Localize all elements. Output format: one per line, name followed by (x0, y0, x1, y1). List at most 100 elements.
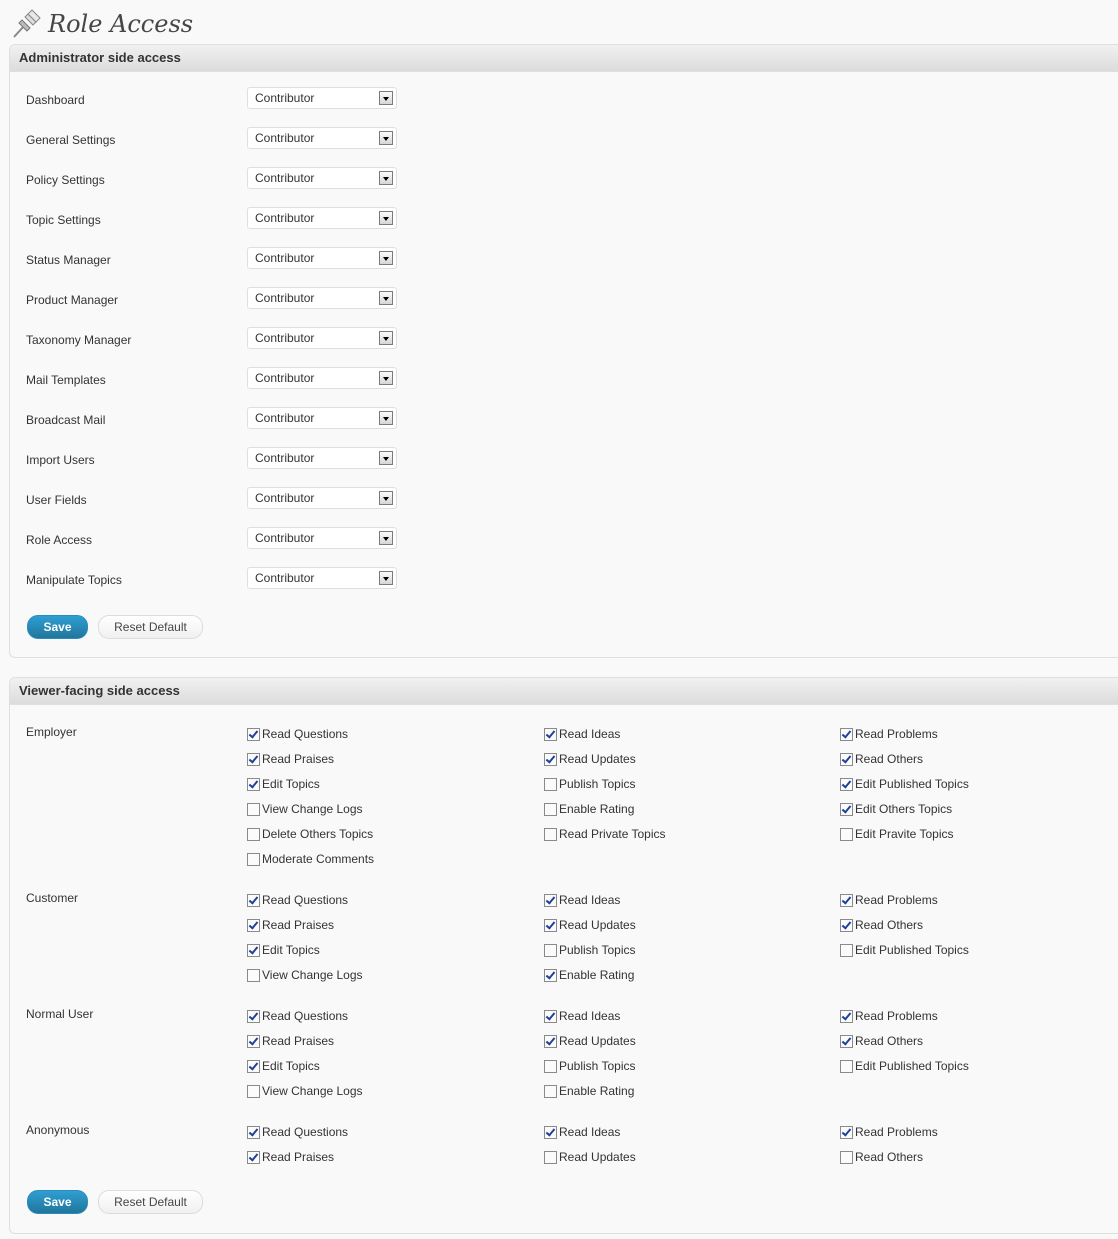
permission-customer-read-praises[interactable]: Read Praises (247, 917, 334, 933)
chevron-down-icon[interactable] (379, 291, 393, 305)
permission-checkbox[interactable] (544, 1125, 557, 1139)
permission-checkbox[interactable] (247, 1059, 260, 1073)
save-button[interactable]: Save (27, 1190, 88, 1214)
permission-anonymous-read-praises[interactable]: Read Praises (247, 1149, 334, 1165)
role-select-dashboard[interactable]: Contributor (247, 87, 397, 109)
permission-checkbox[interactable] (544, 827, 557, 841)
permission-checkbox[interactable] (544, 1084, 557, 1098)
permission-checkbox[interactable] (247, 1150, 260, 1164)
permission-checkbox[interactable] (840, 802, 853, 816)
permission-checkbox[interactable] (840, 1009, 853, 1023)
permission-checkbox[interactable] (544, 752, 557, 766)
chevron-down-icon[interactable] (379, 331, 393, 345)
role-select-role-access[interactable]: Contributor (247, 527, 397, 549)
permission-anonymous-read-updates[interactable]: Read Updates (544, 1149, 636, 1165)
permission-customer-read-updates[interactable]: Read Updates (544, 917, 636, 933)
permission-customer-read-ideas[interactable]: Read Ideas (544, 892, 620, 908)
permission-checkbox[interactable] (247, 777, 260, 791)
role-select-taxonomy-manager[interactable]: Contributor (247, 327, 397, 349)
permission-checkbox[interactable] (247, 1034, 260, 1048)
chevron-down-icon[interactable] (379, 251, 393, 265)
permission-checkbox[interactable] (840, 1125, 853, 1139)
chevron-down-icon[interactable] (379, 571, 393, 585)
permission-employer-moderate-comments[interactable]: Moderate Comments (247, 851, 374, 867)
permission-employer-publish-topics[interactable]: Publish Topics (544, 776, 636, 792)
permission-checkbox[interactable] (247, 943, 260, 957)
permission-checkbox[interactable] (247, 827, 260, 841)
permission-checkbox[interactable] (840, 893, 853, 907)
permission-normal-user-read-updates[interactable]: Read Updates (544, 1033, 636, 1049)
permission-normal-user-enable-rating[interactable]: Enable Rating (544, 1083, 634, 1099)
permission-checkbox[interactable] (247, 1084, 260, 1098)
permission-normal-user-read-praises[interactable]: Read Praises (247, 1033, 334, 1049)
permission-customer-read-questions[interactable]: Read Questions (247, 892, 348, 908)
permission-checkbox[interactable] (840, 943, 853, 957)
permission-checkbox[interactable] (840, 777, 853, 791)
chevron-down-icon[interactable] (379, 211, 393, 225)
permission-checkbox[interactable] (544, 1150, 557, 1164)
permission-checkbox[interactable] (544, 727, 557, 741)
role-select-import-users[interactable]: Contributor (247, 447, 397, 469)
permission-employer-read-others[interactable]: Read Others (840, 751, 923, 767)
role-select-status-manager[interactable]: Contributor (247, 247, 397, 269)
permission-employer-edit-pravite-topics[interactable]: Edit Pravite Topics (840, 826, 954, 842)
reset-default-button[interactable]: Reset Default (98, 1190, 203, 1214)
permission-customer-edit-topics[interactable]: Edit Topics (247, 942, 320, 958)
permission-employer-edit-others-topics[interactable]: Edit Others Topics (840, 801, 952, 817)
permission-checkbox[interactable] (247, 1009, 260, 1023)
permission-employer-enable-rating[interactable]: Enable Rating (544, 801, 634, 817)
permission-employer-read-ideas[interactable]: Read Ideas (544, 726, 620, 742)
role-select-manipulate-topics[interactable]: Contributor (247, 567, 397, 589)
role-select-user-fields[interactable]: Contributor (247, 487, 397, 509)
role-select-policy-settings[interactable]: Contributor (247, 167, 397, 189)
permission-normal-user-read-others[interactable]: Read Others (840, 1033, 923, 1049)
permission-checkbox[interactable] (544, 777, 557, 791)
permission-normal-user-publish-topics[interactable]: Publish Topics (544, 1058, 636, 1074)
permission-checkbox[interactable] (247, 802, 260, 816)
permission-normal-user-read-ideas[interactable]: Read Ideas (544, 1008, 620, 1024)
permission-normal-user-view-change-logs[interactable]: View Change Logs (247, 1083, 363, 1099)
chevron-down-icon[interactable] (379, 531, 393, 545)
permission-employer-read-private-topics[interactable]: Read Private Topics (544, 826, 666, 842)
permission-checkbox[interactable] (247, 752, 260, 766)
permission-anonymous-read-problems[interactable]: Read Problems (840, 1124, 938, 1140)
permission-employer-delete-others-topics[interactable]: Delete Others Topics (247, 826, 373, 842)
permission-checkbox[interactable] (544, 802, 557, 816)
permission-customer-view-change-logs[interactable]: View Change Logs (247, 967, 363, 983)
role-select-topic-settings[interactable]: Contributor (247, 207, 397, 229)
permission-employer-read-praises[interactable]: Read Praises (247, 751, 334, 767)
permission-checkbox[interactable] (247, 1125, 260, 1139)
permission-checkbox[interactable] (840, 727, 853, 741)
role-select-product-manager[interactable]: Contributor (247, 287, 397, 309)
permission-checkbox[interactable] (544, 1034, 557, 1048)
permission-employer-read-updates[interactable]: Read Updates (544, 751, 636, 767)
permission-checkbox[interactable] (840, 827, 853, 841)
permission-checkbox[interactable] (544, 1059, 557, 1073)
permission-employer-edit-topics[interactable]: Edit Topics (247, 776, 320, 792)
reset-default-button[interactable]: Reset Default (98, 615, 203, 639)
permission-employer-edit-published-topics[interactable]: Edit Published Topics (840, 776, 969, 792)
permission-normal-user-read-problems[interactable]: Read Problems (840, 1008, 938, 1024)
permission-customer-publish-topics[interactable]: Publish Topics (544, 942, 636, 958)
chevron-down-icon[interactable] (379, 91, 393, 105)
permission-customer-edit-published-topics[interactable]: Edit Published Topics (840, 942, 969, 958)
role-select-broadcast-mail[interactable]: Contributor (247, 407, 397, 429)
permission-checkbox[interactable] (544, 943, 557, 957)
chevron-down-icon[interactable] (379, 411, 393, 425)
permission-employer-read-problems[interactable]: Read Problems (840, 726, 938, 742)
permission-customer-read-problems[interactable]: Read Problems (840, 892, 938, 908)
save-button[interactable]: Save (27, 615, 88, 639)
permission-checkbox[interactable] (247, 968, 260, 982)
role-select-general-settings[interactable]: Contributor (247, 127, 397, 149)
permission-checkbox[interactable] (840, 1150, 853, 1164)
permission-normal-user-edit-published-topics[interactable]: Edit Published Topics (840, 1058, 969, 1074)
permission-normal-user-read-questions[interactable]: Read Questions (247, 1008, 348, 1024)
permission-checkbox[interactable] (840, 918, 853, 932)
permission-anonymous-read-questions[interactable]: Read Questions (247, 1124, 348, 1140)
permission-checkbox[interactable] (247, 893, 260, 907)
chevron-down-icon[interactable] (379, 491, 393, 505)
permission-checkbox[interactable] (247, 727, 260, 741)
permission-checkbox[interactable] (247, 918, 260, 932)
permission-anonymous-read-ideas[interactable]: Read Ideas (544, 1124, 620, 1140)
permission-checkbox[interactable] (544, 968, 557, 982)
